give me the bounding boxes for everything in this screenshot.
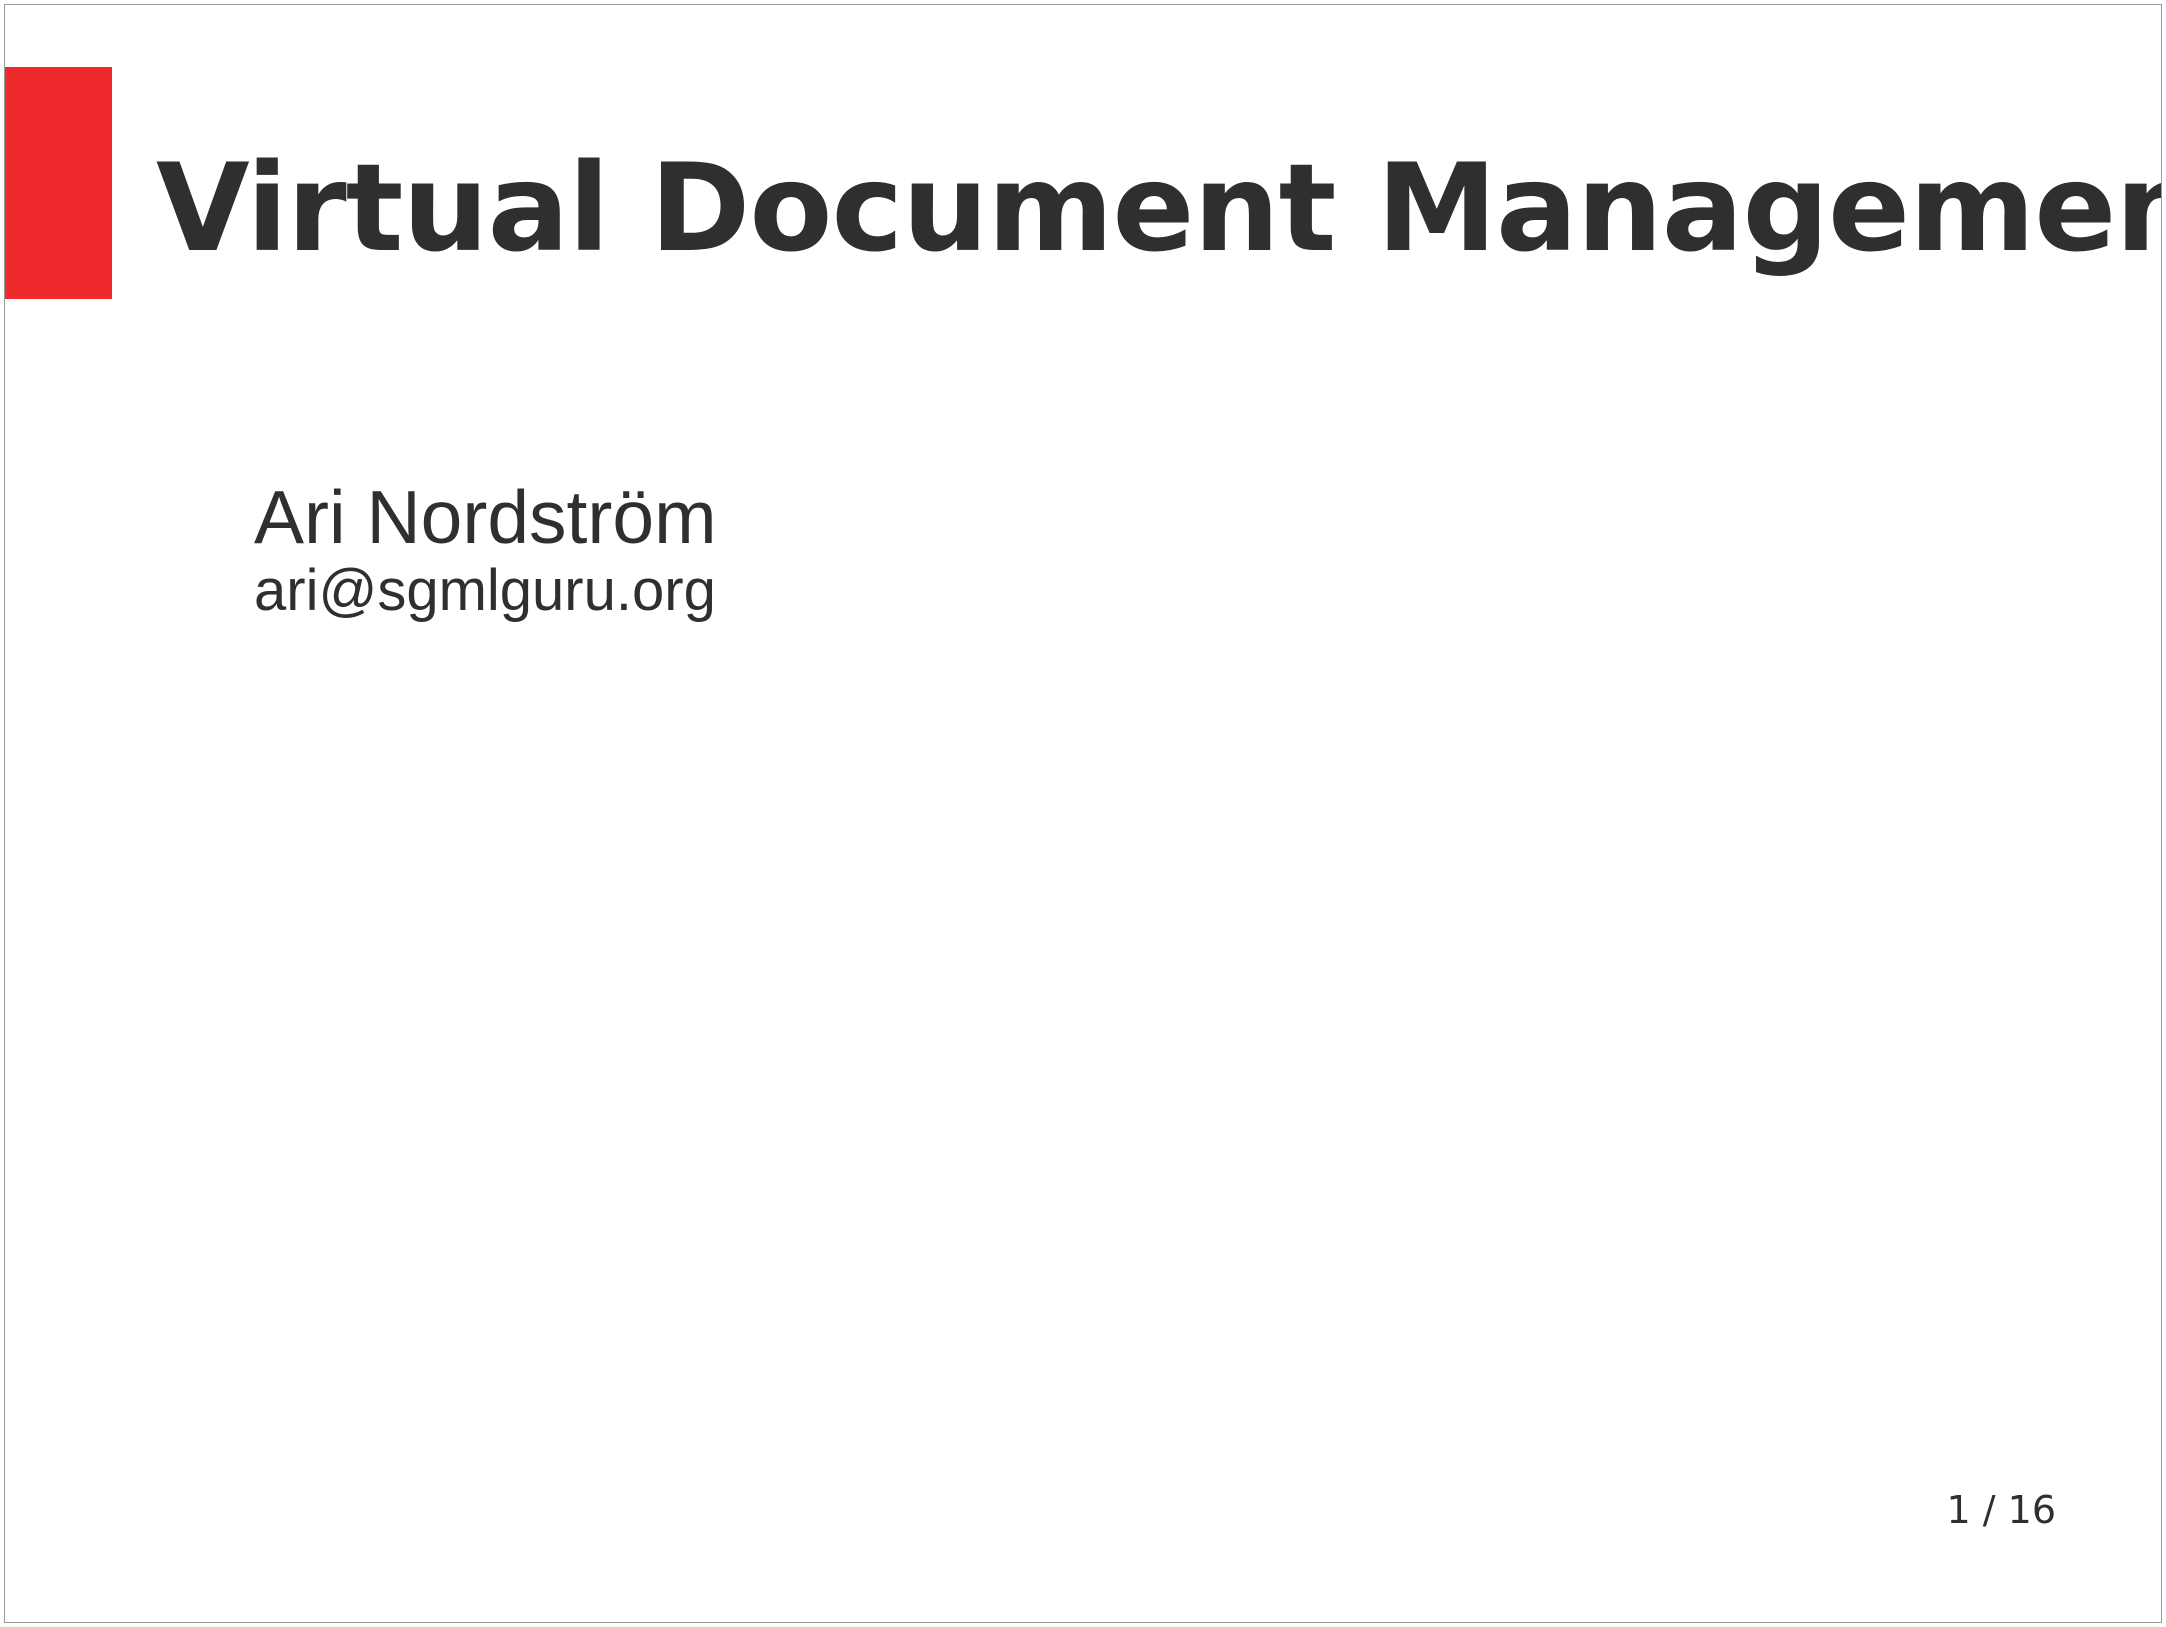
slide-title: Virtual Document Management: [156, 138, 2162, 279]
title-accent-bar: [5, 67, 112, 299]
author-name: Ari Nordström: [254, 475, 717, 559]
author-email: ari@sgmlguru.org: [254, 558, 716, 623]
page-number: 1 / 16: [1946, 1488, 2057, 1532]
slide: Virtual Document Management Ari Nordströ…: [4, 4, 2162, 1623]
